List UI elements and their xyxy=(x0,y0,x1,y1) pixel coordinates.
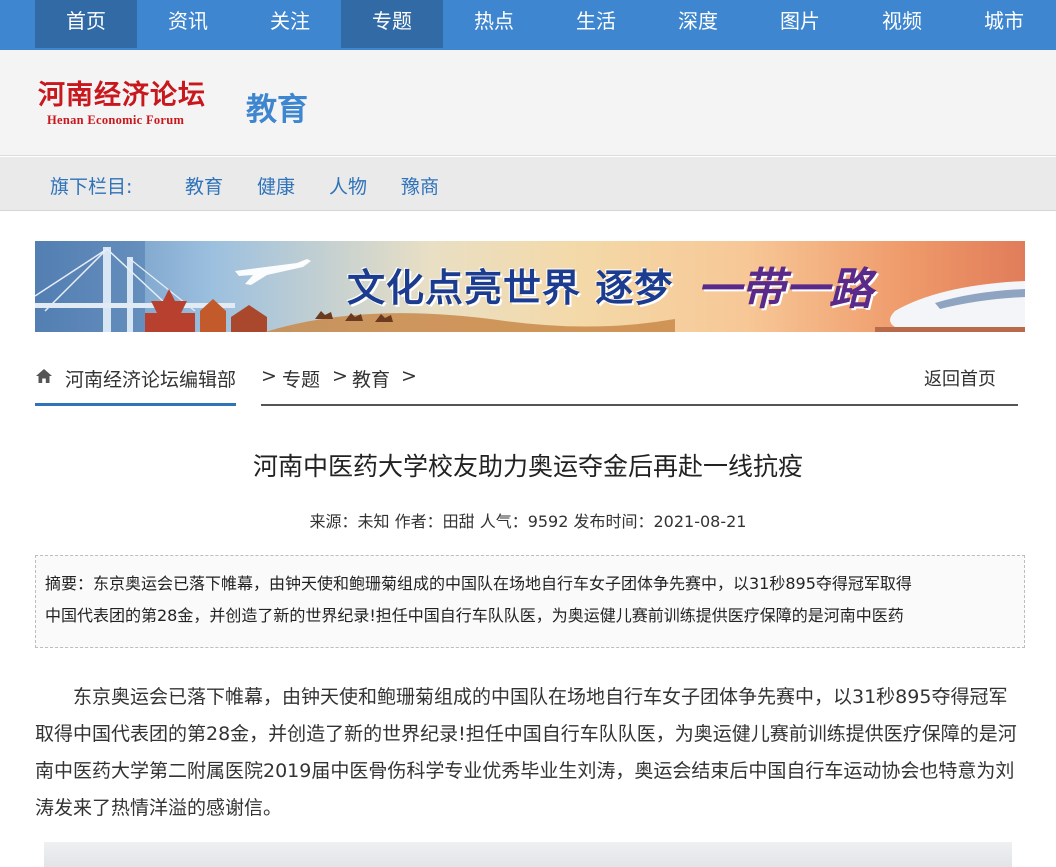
breadcrumb: 河南经济论坛编辑部 > 专题 > 教育 > 返回首页 xyxy=(35,363,1018,407)
banner-slogan: 文化点亮世界 逐梦 xyxy=(347,266,674,310)
breadcrumb-education[interactable]: 教育 xyxy=(352,365,390,392)
breadcrumb-separator: > xyxy=(261,365,277,387)
nav-item-hot[interactable]: 热点 xyxy=(443,0,545,48)
nav-item-focus[interactable]: 关注 xyxy=(239,0,341,48)
subnav-link-people[interactable]: 人物 xyxy=(329,172,367,199)
breadcrumb-topics[interactable]: 专题 xyxy=(282,365,320,392)
nav-item-home[interactable]: 首页 xyxy=(35,0,137,48)
subnav-link-education[interactable]: 教育 xyxy=(185,172,223,199)
subnav-link-health[interactable]: 健康 xyxy=(257,172,295,199)
promo-banner[interactable]: 文化点亮世界 逐梦 一带一路 xyxy=(35,241,1025,332)
subnav-label: 旗下栏目: xyxy=(50,176,133,198)
nav-item-depth[interactable]: 深度 xyxy=(647,0,749,48)
summary-line: 摘要：东京奥运会已落下帷幕，由钟天使和鲍珊菊组成的中国队在场地自行车女子团体争先… xyxy=(45,574,912,593)
breadcrumb-accent-line xyxy=(35,403,236,406)
article-title: 河南中医药大学校友助力奥运夺金后再赴一线抗疫 xyxy=(252,452,803,481)
article-photo xyxy=(44,842,1012,867)
breadcrumb-separator: > xyxy=(332,365,348,387)
nav-item-life[interactable]: 生活 xyxy=(545,0,647,48)
logo-english-name: Henan Economic Forum xyxy=(47,113,185,127)
article-paragraph: 东京奥运会已落下帷幕，由钟天使和鲍珊菊组成的中国队在场地自行车女子团体争先赛中，… xyxy=(35,686,1017,819)
site-header: 河南经济论坛 Henan Economic Forum 教育 xyxy=(0,50,1056,156)
summary-line: 中国代表团的第28金，并创造了新的世界纪录!担任中国自行车队队医，为奥运健儿赛前… xyxy=(45,606,904,625)
breadcrumb-divider xyxy=(261,404,1018,406)
logo-chinese-name: 河南经济论坛 xyxy=(38,80,206,111)
banner-script-title: 一带一路 xyxy=(697,264,873,315)
nav-item-video[interactable]: 视频 xyxy=(851,0,953,48)
subnav-link-merchants[interactable]: 豫商 xyxy=(401,172,439,199)
nav-item-topics[interactable]: 专题 xyxy=(341,0,443,48)
article-body: 东京奥运会已落下帷幕，由钟天使和鲍珊菊组成的中国队在场地自行车女子团体争先赛中，… xyxy=(35,679,1025,827)
nav-item-news[interactable]: 资讯 xyxy=(137,0,239,48)
sub-navigation: 旗下栏目: 教育 健康 人物 豫商 xyxy=(0,157,1056,211)
section-title[interactable]: 教育 xyxy=(246,84,308,129)
nav-item-city[interactable]: 城市 xyxy=(953,0,1055,48)
back-home-link[interactable]: 返回首页 xyxy=(924,365,996,391)
breadcrumb-editorial[interactable]: 河南经济论坛编辑部 xyxy=(65,365,236,392)
site-logo[interactable]: 河南经济论坛 Henan Economic Forum xyxy=(38,80,233,128)
article-summary: 摘要：东京奥运会已落下帷幕，由钟天使和鲍珊菊组成的中国队在场地自行车女子团体争先… xyxy=(35,555,1025,648)
breadcrumb-separator: > xyxy=(401,365,417,387)
article-meta: 来源：未知 作者：田甜 人气：9592 发布时间：2021-08-21 xyxy=(309,512,747,531)
nav-item-pictures[interactable]: 图片 xyxy=(749,0,851,48)
home-icon[interactable] xyxy=(35,368,53,384)
top-navigation: 首页 资讯 关注 专题 热点 生活 深度 图片 视频 城市 xyxy=(0,0,1056,50)
